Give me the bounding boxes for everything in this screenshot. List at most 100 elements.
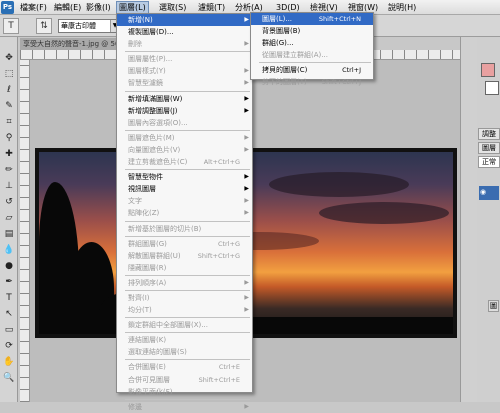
layer-menu-item: 修邊 ▶: [117, 401, 252, 413]
layer-menu-item: 鎖定群組中全部圖層(X)...: [117, 319, 252, 331]
hand-tool-icon[interactable]: ✋: [2, 355, 16, 369]
vertical-ruler[interactable]: [20, 60, 30, 402]
layer-menu-item[interactable]: 新增填滿圖層(W) ▶: [117, 93, 252, 105]
layer-menu-item-label: 均分(T): [128, 306, 152, 315]
shortcut-label: Ctrl+J: [342, 66, 361, 75]
layer-menu-item: 隱藏圖層(R): [117, 262, 252, 274]
new-submenu-item[interactable]: 拷貝的圖層(C) Ctrl+J: [251, 64, 373, 76]
panel-label-chinese[interactable]: 圖: [488, 300, 499, 312]
blur-tool-icon[interactable]: 💧: [2, 243, 16, 257]
new-submenu-dropdown: 圖層(L)... Shift+Ctrl+N 背景圖層(B) 群組(G)... 從圖層建立…: [250, 12, 374, 86]
font-family-select[interactable]: 華康古印體 ▼: [58, 19, 120, 33]
menu-separator: [125, 317, 250, 319]
layer-menu-item-label: 刪除: [128, 40, 142, 49]
layer-menu-item-label: 文字: [128, 197, 142, 206]
layer-menu-item: 圖層屬性(P)...: [117, 53, 252, 65]
move-tool-icon[interactable]: ✥: [2, 51, 16, 65]
submenu-arrow-icon: ▶: [244, 94, 249, 102]
background-color-swatch[interactable]: [485, 81, 499, 95]
lasso-tool-icon[interactable]: ℓ: [2, 83, 16, 97]
3d-rotate-tool-icon[interactable]: ⟳: [2, 339, 16, 353]
layer-menu-item-label: 影像平面化(F): [128, 387, 173, 396]
layer-menu-item: 文字 ▶: [117, 195, 252, 207]
photoshop-logo-icon: Ps: [1, 1, 14, 14]
new-submenu-item-label: 從圖層建立群組(A)...: [262, 51, 328, 60]
dodge-tool-icon[interactable]: ●: [2, 259, 16, 273]
layer-menu-item[interactable]: 複製圖層(D)...: [117, 26, 252, 38]
layer-menu-item: 群組圖層(G) Ctrl+G: [117, 238, 252, 250]
eyedropper-tool-icon[interactable]: ⚲: [2, 131, 16, 145]
eraser-tool-icon[interactable]: ▱: [2, 211, 16, 225]
history-brush-tool-icon[interactable]: ↺: [2, 195, 16, 209]
layer-menu-item[interactable]: 新增(N) ▶: [117, 14, 252, 27]
layer-menu-item-label: 新增基於圖層的切片(B): [128, 224, 202, 233]
new-submenu-item-label: 拷貝的圖層(C): [262, 66, 308, 75]
layer-menu-item[interactable]: 視訊圖層 ▶: [117, 183, 252, 195]
type-tool-icon[interactable]: T: [2, 291, 16, 305]
submenu-arrow-icon: ▶: [244, 173, 249, 181]
layer-menu-item-label: 圖層遮色片(M): [128, 133, 175, 142]
layer-menu-item: 圖層遮色片(M) ▶: [117, 132, 252, 144]
submenu-arrow-icon: ▶: [244, 293, 249, 301]
submenu-arrow-icon: ▶: [244, 306, 249, 314]
menu-separator: [125, 90, 250, 92]
layers-panel-tab[interactable]: 圖層: [478, 142, 500, 154]
layer-menu-item-label: 視訊圖層: [128, 185, 156, 194]
menu-separator: [125, 129, 250, 131]
submenu-arrow-icon: ▶: [244, 145, 249, 153]
adjustments-panel-tab[interactable]: 調整: [478, 128, 500, 140]
layer-menu-item-label: 合併圖層(E): [128, 363, 166, 372]
crop-tool-icon[interactable]: ⌗: [2, 115, 16, 129]
gradient-tool-icon[interactable]: ▤: [2, 227, 16, 241]
layer-menu-item[interactable]: 智慧型物件 ▶: [117, 171, 252, 183]
layer-menu-item: 刪除 ▶: [117, 38, 252, 50]
blend-mode-select[interactable]: 正常: [478, 156, 500, 168]
menu-help[interactable]: 說明(H): [386, 1, 418, 14]
layer-menu-item[interactable]: 新增調整圖層(J) ▶: [117, 105, 252, 117]
layer-menu-item-label: 新增填滿圖層(W): [128, 94, 183, 103]
submenu-arrow-icon: ▶: [244, 79, 249, 87]
tools-panel: ✥ ⬚ ℓ ✎ ⌗ ⚲ ✚ ✏ ⊥ ↺ ▱ ▤ 💧 ● ✒ T ↖ ▭ ⟳ ✋ …: [0, 37, 18, 402]
layer-menu-item: 智慧型濾鏡 ▶: [117, 77, 252, 89]
submenu-arrow-icon: ▶: [244, 67, 249, 75]
menu-separator: [125, 359, 250, 361]
zoom-tool-icon[interactable]: 🔍: [2, 371, 16, 385]
submenu-arrow-icon: ▶: [244, 209, 249, 217]
layer-menu-item-label: 向量圖遮色片(V): [128, 145, 181, 154]
menu-edit[interactable]: 編輯(E): [52, 1, 83, 14]
layer-menu-item: 點陣化(Z) ▶: [117, 207, 252, 219]
new-submenu-item[interactable]: 群組(G)...: [251, 37, 373, 49]
quick-select-tool-icon[interactable]: ✎: [2, 99, 16, 113]
new-submenu-item-label: 群組(G)...: [262, 39, 294, 48]
submenu-arrow-icon: ▶: [244, 197, 249, 205]
new-submenu-item[interactable]: 圖層(L)... Shift+Ctrl+N: [251, 13, 373, 26]
layer-menu-item-label: 新增調整圖層(J): [128, 106, 178, 115]
layer-menu-item-label: 群組圖層(G): [128, 239, 167, 248]
layer-menu-item-label: 圖層內容選項(O)...: [128, 118, 188, 127]
shortcut-label: Alt+Ctrl+G: [203, 158, 240, 167]
new-submenu-item[interactable]: 背景圖層(B): [251, 25, 373, 37]
menu-image[interactable]: 影像(I): [84, 1, 113, 14]
path-select-tool-icon[interactable]: ↖: [2, 307, 16, 321]
clone-stamp-tool-icon[interactable]: ⊥: [2, 179, 16, 193]
eye-icon[interactable]: ◉: [480, 188, 488, 196]
new-submenu-item-label: 背景圖層(B): [262, 27, 301, 36]
pen-tool-icon[interactable]: ✒: [2, 275, 16, 289]
text-orientation-icon[interactable]: ⇅: [36, 18, 52, 34]
marquee-tool-icon[interactable]: ⬚: [2, 67, 16, 81]
shortcut-label: Shift+Ctrl+G: [197, 251, 240, 260]
new-submenu-item: 剪下的圖層(T) Shift+Ctrl+J: [251, 76, 373, 88]
layer-menu-item: 向量圖遮色片(V) ▶: [117, 144, 252, 156]
menu-file[interactable]: 檔案(F): [18, 1, 49, 14]
shortcut-label: Ctrl+E: [218, 363, 240, 372]
brush-tool-icon[interactable]: ✏: [2, 163, 16, 177]
layer-menu-item-label: 合併可見圖層: [128, 375, 170, 384]
text-tool-preset-icon[interactable]: T: [3, 18, 19, 34]
submenu-arrow-icon: ▶: [244, 402, 249, 410]
foreground-color-swatch[interactable]: [481, 63, 495, 77]
menu-separator: [125, 51, 250, 53]
submenu-arrow-icon: ▶: [244, 16, 249, 23]
layer-menu-item-label: 選取連結的圖層(S): [128, 348, 187, 357]
healing-brush-tool-icon[interactable]: ✚: [2, 147, 16, 161]
shape-tool-icon[interactable]: ▭: [2, 323, 16, 337]
